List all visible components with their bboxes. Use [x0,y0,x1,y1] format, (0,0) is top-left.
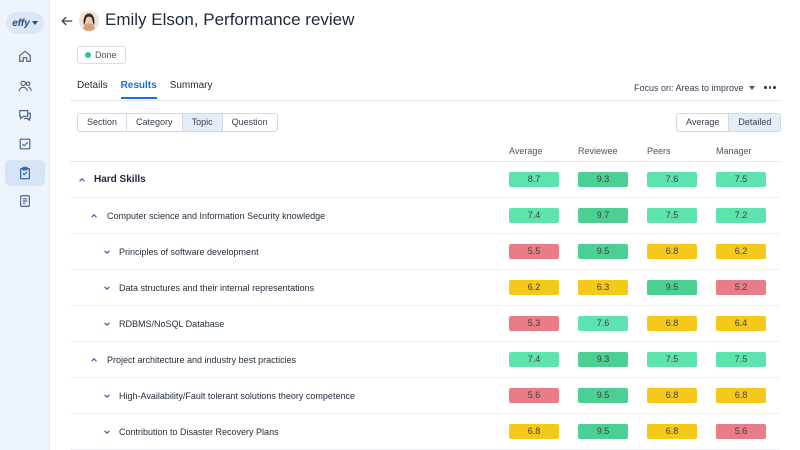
column-header-average: Average [509,146,543,156]
table-row[interactable]: Hard Skills 8.7 9.3 7.6 7.5 [70,162,780,198]
score-reviewee: 9.5 [578,244,628,259]
chevron-down-icon[interactable] [103,284,111,292]
score-manager: 6.4 [716,316,766,331]
more-options-icon[interactable] [764,86,776,89]
avatar [79,11,99,31]
sidebar-item-home[interactable] [5,43,45,69]
back-arrow-icon[interactable] [60,14,74,28]
score-average: 7.4 [509,208,559,223]
table-row[interactable]: Data structures and their internal repre… [70,270,780,306]
status-dot-icon [85,52,91,58]
tab-details[interactable]: Details [77,80,108,99]
sidebar-item-tasks[interactable] [5,131,45,157]
workspace-switcher[interactable]: effy [6,12,44,34]
focus-dropdown[interactable]: Focus on: Areas to improve [634,83,755,93]
chevron-up-icon[interactable] [90,212,98,220]
tab-bar: Details Results Summary [77,80,213,99]
score-reviewee: 6.3 [578,280,628,295]
row-label: Project architecture and industry best p… [107,355,297,365]
status-badge: Done [77,46,126,64]
score-manager: 7.5 [716,352,766,367]
score-manager: 5.6 [716,424,766,439]
home-icon [19,50,31,62]
chat-icon [19,110,31,122]
grouping-question-button[interactable]: Question [223,114,277,131]
tab-results[interactable]: Results [120,80,157,99]
score-peers: 6.8 [647,316,697,331]
focus-dropdown-label: Focus on: Areas to improve [634,83,744,93]
brand-logo: effy [12,17,30,29]
score-peers: 7.6 [647,172,697,187]
column-header-peers: Peers [647,146,671,156]
row-label: RDBMS/NoSQL Database [119,319,225,329]
score-manager: 6.2 [716,244,766,259]
score-peers: 7.5 [647,352,697,367]
checkbox-icon [19,138,31,150]
chevron-down-icon[interactable] [103,248,111,256]
row-label: Data structures and their internal repre… [119,283,315,293]
grouping-category-button[interactable]: Category [127,114,183,131]
score-peers: 6.8 [647,424,697,439]
row-label: High-Availability/Fault tolerant solutio… [119,391,355,401]
table-row[interactable]: Project architecture and industry best p… [70,342,780,378]
score-average: 5.6 [509,388,559,403]
chevron-down-icon[interactable] [103,392,111,400]
table-row[interactable]: Contribution to Disaster Recovery Plans 6… [70,414,780,450]
score-average: 8.7 [509,172,559,187]
table-row[interactable]: Computer science and Information Securit… [70,198,780,234]
score-reviewee: 9.3 [578,352,628,367]
score-average: 6.8 [509,424,559,439]
column-header-manager: Manager [716,146,752,156]
score-reviewee: 9.3 [578,172,628,187]
score-average: 6.2 [509,280,559,295]
score-manager: 7.2 [716,208,766,223]
score-average: 5.5 [509,244,559,259]
status-label: Done [95,50,117,60]
score-manager: 6.8 [716,388,766,403]
score-peers: 7.5 [647,208,697,223]
table-row[interactable]: RDBMS/NoSQL Database 5.3 7.6 6.8 6.4 [70,306,780,342]
chevron-down-icon [748,86,755,90]
view-average-button[interactable]: Average [677,114,730,131]
grouping-section-button[interactable]: Section [78,114,128,131]
table-row[interactable]: High-Availability/Fault tolerant solutio… [70,378,780,414]
sidebar-item-documents[interactable] [5,188,45,214]
row-label: Computer science and Information Securit… [107,211,326,221]
clipboard-icon [20,166,30,180]
row-label: Hard Skills [94,174,146,185]
column-header-reviewee: Reviewee [578,146,618,156]
table-row[interactable]: Principles of software development 5.5 9.5… [70,234,780,270]
sidebar-item-reviews[interactable] [5,160,45,186]
chevron-up-icon[interactable] [90,356,98,364]
row-label: Contribution to Disaster Recovery Plans [119,427,279,437]
score-peers: 6.8 [647,244,697,259]
score-manager: 5.2 [716,280,766,295]
page-title: Emily Elson, Performance review [105,10,355,29]
sidebar-item-chat[interactable] [5,102,45,128]
tab-summary[interactable]: Summary [170,80,213,99]
row-label: Principles of software development [119,247,259,257]
chevron-down-icon[interactable] [103,428,111,436]
caret-down-icon [31,21,38,25]
score-peers: 6.8 [647,388,697,403]
grouping-toggle: Section Category Topic Question [77,113,278,132]
score-reviewee: 9.5 [578,424,628,439]
sidebar: effy [0,0,50,450]
view-detailed-button[interactable]: Detailed [729,114,781,131]
chevron-up-icon[interactable] [78,176,86,184]
view-toggle: Average Detailed [676,113,782,132]
score-reviewee: 9.5 [578,388,628,403]
people-icon [18,80,32,92]
chevron-down-icon[interactable] [103,320,111,328]
score-average: 7.4 [509,352,559,367]
tabs-divider [70,100,780,101]
grouping-topic-button[interactable]: Topic [182,114,223,131]
score-peers: 9.5 [647,280,697,295]
document-icon [20,195,30,207]
sidebar-item-people[interactable] [5,73,45,99]
score-manager: 7.5 [716,172,766,187]
score-reviewee: 7.6 [578,316,628,331]
score-reviewee: 9.7 [578,208,628,223]
score-average: 5.3 [509,316,559,331]
